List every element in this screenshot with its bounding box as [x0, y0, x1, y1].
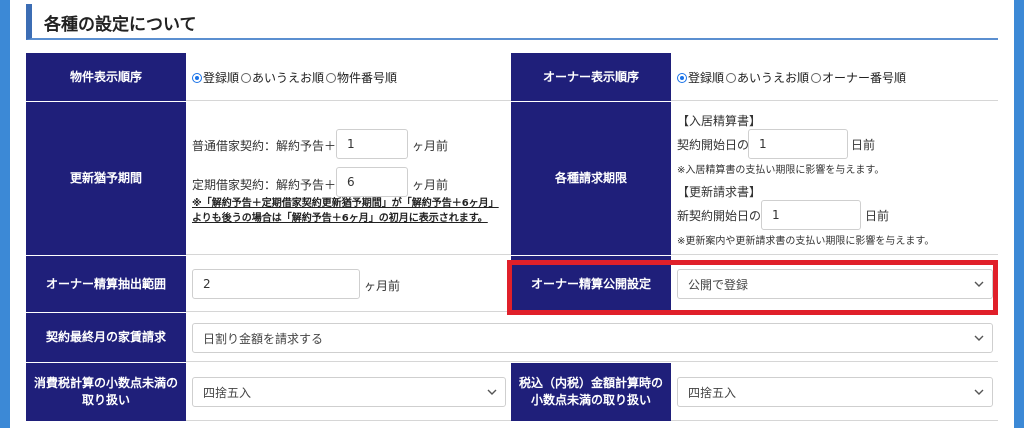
owner-order-cell: 登録順 あいうえお順 オーナー番号順 — [671, 53, 998, 101]
owner-settlement-range-unit: ヶ月前 — [364, 279, 401, 293]
label-line: 消費税計算の小数点未満の — [33, 376, 178, 390]
billing-deadline-cell: 【入居精算書】 契約開始日の 1 日前 ※入居精算書の支払い期限に影響を与えます… — [671, 101, 998, 255]
label-line: 税込（内税）金額計算時の — [518, 376, 663, 390]
normal-lease-label: 普通借家契約：解約予告＋ — [192, 139, 337, 153]
tax-inclusive-rounding-label: 税込（内税）金額計算時の 小数点未満の取り扱い — [511, 363, 671, 421]
move-in-suffix: 日前 — [851, 138, 876, 152]
label-line: 小数点未満の取り扱い — [530, 393, 651, 407]
consumption-tax-rounding-label: 消費税計算の小数点未満の 取り扱い — [26, 363, 186, 421]
owner-order-label: オーナー表示順序 — [511, 53, 671, 101]
normal-lease-unit: ヶ月前 — [412, 139, 449, 153]
radio-icon[interactable] — [677, 72, 687, 83]
radio-icon[interactable] — [241, 72, 252, 83]
chevron-down-icon — [487, 389, 497, 395]
radio-option[interactable]: 物件番号順 — [326, 69, 397, 86]
renewal-days-input[interactable]: 1 — [761, 200, 861, 230]
property-order-radios: 登録順 あいうえお順 物件番号順 — [192, 69, 399, 86]
label-line: 取り扱い — [81, 393, 130, 407]
radio-option[interactable]: オーナー番号順 — [811, 69, 906, 86]
fixed-lease-unit: ヶ月前 — [412, 178, 449, 192]
property-order-label: 物件表示順序 — [26, 53, 186, 101]
consumption-tax-rounding-select[interactable]: 四捨五入 — [192, 377, 506, 407]
radio-option[interactable]: 登録順 — [677, 69, 724, 86]
fixed-lease-input[interactable]: 6 — [336, 167, 408, 197]
final-month-rent-cell: 日割り金額を請求する — [186, 312, 998, 362]
section-title: 各種の設定について — [44, 15, 197, 35]
chevron-down-icon — [974, 335, 984, 341]
normal-lease-input[interactable]: 1 — [336, 129, 408, 159]
move-in-heading: 【入居精算書】 — [677, 114, 762, 128]
owner-settlement-range-input[interactable]: 2 — [192, 269, 360, 299]
billing-deadline-label: 各種請求期限 — [511, 102, 671, 255]
radio-option[interactable]: 登録順 — [192, 69, 239, 86]
fixed-lease-label: 定期借家契約：解約予告＋ — [192, 178, 337, 192]
property-order-cell: 登録順 あいうえお順 物件番号順 — [186, 53, 511, 101]
renewal-note-line2: よりも後うの場合は「解約予告＋6ヶ月」の初月に表示されます。 — [192, 213, 488, 224]
radio-icon[interactable] — [192, 72, 202, 83]
renewal-suffix: 日前 — [865, 209, 890, 223]
tax-inclusive-rounding-select[interactable]: 四捨五入 — [677, 377, 993, 407]
owner-order-radios: 登録順 あいうえお順 オーナー番号順 — [677, 69, 908, 86]
renewal-note-line1: ※「解約予告＋定期借家契約更新猶予期間」が「解約予告＋6ヶ月」 — [192, 198, 499, 209]
section-header: 各種の設定について — [26, 4, 998, 40]
renewal-prefix: 新契約開始日の — [677, 209, 762, 223]
renewal-grace-label: 更新猶予期間 — [26, 102, 186, 255]
owner-settlement-publish-cell: 公開で登録 — [671, 255, 998, 312]
renewal-grace-cell: 普通借家契約：解約予告＋ 1 ヶ月前 定期借家契約：解約予告＋ 6 ヶ月前 ※「… — [186, 101, 511, 255]
owner-settlement-publish-select[interactable]: 公開で登録 — [677, 269, 993, 299]
chevron-down-icon — [974, 389, 984, 395]
renewal-note: ※更新案内や更新請求書の支払い期限に影響を与えます。 — [677, 236, 935, 247]
consumption-tax-rounding-cell: 四捨五入 — [186, 362, 511, 421]
move-in-prefix: 契約開始日の — [677, 138, 750, 152]
select-value: 四捨五入 — [203, 385, 252, 400]
move-in-days-input[interactable]: 1 — [748, 129, 848, 159]
owner-settlement-publish-label: オーナー精算公開設定 — [511, 256, 671, 312]
tax-inclusive-rounding-cell: 四捨五入 — [671, 362, 998, 421]
select-value: 日割り金額を請求する — [203, 331, 324, 346]
radio-icon[interactable] — [726, 72, 737, 83]
move-in-note: ※入居精算書の支払い期限に影響を与えます。 — [677, 165, 885, 176]
radio-icon[interactable] — [326, 72, 337, 83]
owner-settlement-range-label: オーナー精算抽出範囲 — [26, 256, 186, 312]
final-month-rent-select[interactable]: 日割り金額を請求する — [192, 323, 993, 353]
radio-option[interactable]: あいうえお順 — [726, 69, 809, 86]
owner-settlement-range-cell: 2 ヶ月前 — [186, 255, 511, 312]
radio-icon[interactable] — [811, 72, 822, 83]
renewal-heading: 【更新請求書】 — [677, 185, 762, 199]
select-value: 四捨五入 — [688, 385, 737, 400]
chevron-down-icon — [974, 281, 984, 287]
final-month-rent-label: 契約最終月の家賃請求 — [26, 313, 186, 362]
radio-option[interactable]: あいうえお順 — [241, 69, 324, 86]
select-value: 公開で登録 — [688, 277, 749, 292]
